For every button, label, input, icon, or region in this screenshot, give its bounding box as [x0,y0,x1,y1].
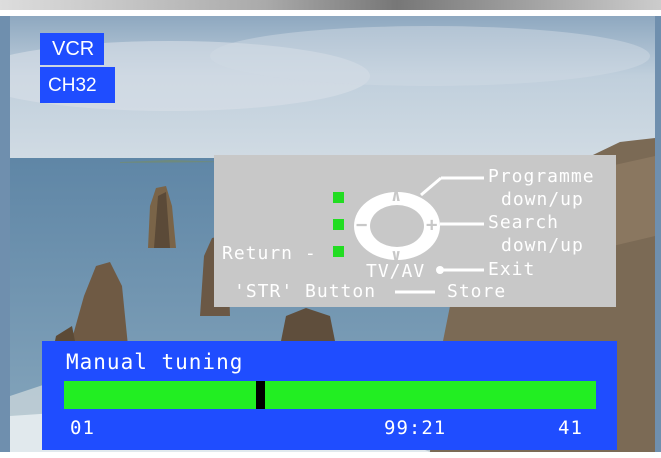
remote-pad-center [370,205,424,247]
led-indicator-3 [333,246,344,257]
tuning-left-value: 01 [70,417,95,439]
programme-pointer-line [420,176,442,197]
tuning-level-bar [64,381,596,409]
search-direction-label: down/up [501,235,584,256]
tuning-right-value: 41 [558,417,583,439]
remote-help-panel: ∧ ∨ − + Programme down/up Search down/up… [214,155,616,307]
manual-tuning-title: Manual tuning [66,350,244,374]
up-arrow-icon: ∧ [391,186,403,206]
plus-icon: + [426,214,439,236]
programme-direction-label: down/up [501,189,584,210]
exit-label: Exit [488,259,536,280]
bottom-gap [0,452,661,458]
tuning-frequency: 99:21 [384,417,447,439]
store-label: Store [447,281,507,302]
input-source-badge: VCR [40,33,104,65]
channel-badge: CH32 [40,67,115,103]
str-button-label: 'STR' Button [234,281,377,302]
manual-tuning-panel: Manual tuning 01 99:21 41 [42,341,617,450]
programme-label: Programme [488,166,595,187]
channel-label: CH32 [48,75,97,96]
tuning-position-marker [256,381,265,409]
led-indicator-2 [333,219,344,230]
tv-av-label: TV/AV [366,261,426,282]
input-source-label: VCR [52,38,95,60]
return-label: Return - [222,243,317,264]
tv-screen: VCR CH32 ∧ ∨ − + Programme down/up Searc… [0,0,661,458]
minus-icon: − [356,214,369,236]
led-indicator-1 [333,192,344,203]
search-label: Search [488,212,560,233]
